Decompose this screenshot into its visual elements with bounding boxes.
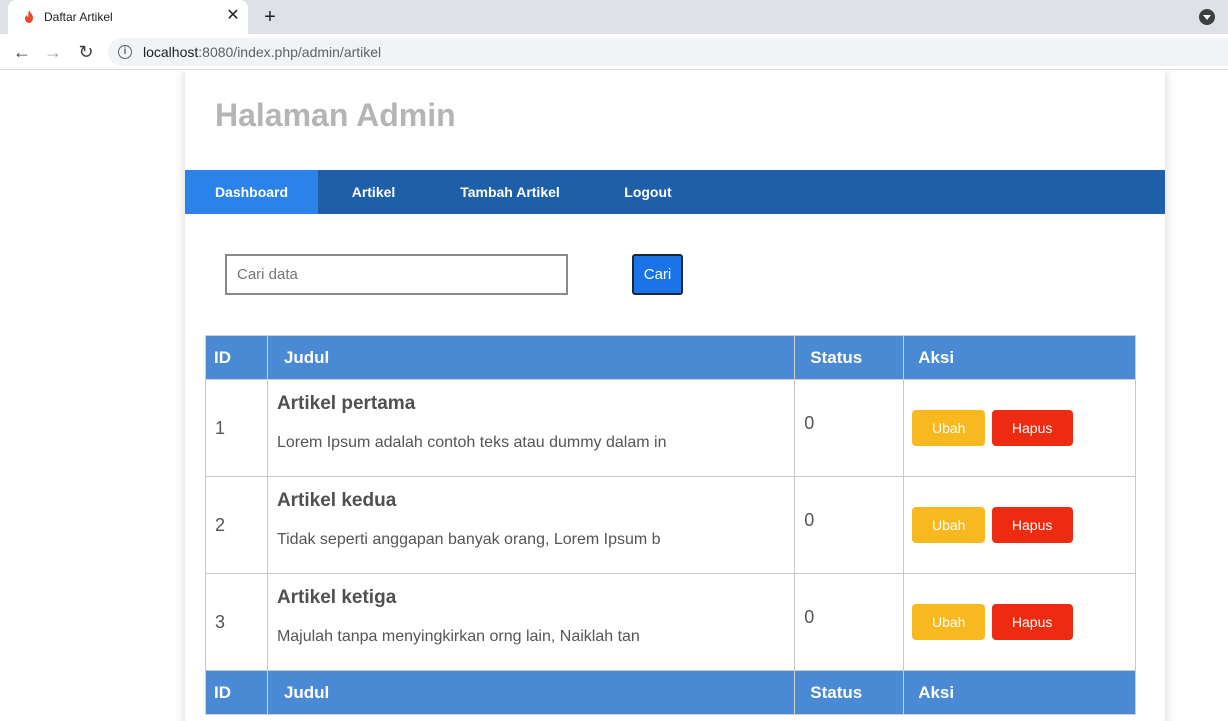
edit-button[interactable]: Ubah: [912, 507, 986, 543]
info-icon[interactable]: i: [118, 45, 132, 59]
flame-icon: [25, 10, 33, 23]
row-status: 0: [794, 379, 905, 477]
col-footer-id: ID: [205, 670, 268, 715]
admin-container: Halaman Admin Dashboard Artikel Tambah A…: [185, 71, 1165, 721]
nav-dashboard[interactable]: Dashboard: [185, 170, 318, 214]
tab-title: Daftar Artikel: [44, 10, 113, 24]
table-header-row: ID Judul Status Aksi: [205, 335, 1136, 380]
article-title: Artikel kedua: [276, 489, 397, 511]
col-header-judul: Judul: [266, 335, 796, 380]
row-actions: Ubah Hapus: [903, 379, 1136, 477]
row-judul: Artikel ketiga Majulah tanpa menyingkirk…: [266, 573, 796, 671]
delete-button[interactable]: Hapus: [991, 507, 1073, 543]
browser-tabbar: Daftar Artikel ✕ +: [0, 0, 1228, 34]
table-row: 2 Artikel kedua Tidak seperti anggapan b…: [205, 476, 1136, 574]
col-footer-status: Status: [794, 670, 905, 715]
reload-icon[interactable]: ↻: [74, 40, 98, 64]
nav-artikel[interactable]: Artikel: [318, 170, 429, 214]
row-id: 1: [205, 379, 268, 477]
address-bar[interactable]: i localhost:8080/index.php/admin/artikel: [108, 38, 1228, 66]
status-value: 0: [804, 606, 815, 627]
col-footer-aksi: Aksi: [903, 670, 1136, 715]
status-value: 0: [804, 412, 815, 433]
row-id: 2: [205, 476, 268, 574]
admin-navbar: Dashboard Artikel Tambah Artikel Logout: [185, 170, 1165, 214]
table-row: 3 Artikel ketiga Majulah tanpa menyingki…: [205, 573, 1136, 671]
row-actions: Ubah Hapus: [903, 476, 1136, 574]
row-judul: Artikel kedua Tidak seperti anggapan ban…: [266, 476, 796, 574]
url-host: localhost: [143, 44, 199, 60]
status-value: 0: [804, 509, 815, 530]
search-input[interactable]: [225, 254, 568, 295]
back-arrow-icon[interactable]: ←: [10, 40, 34, 64]
article-excerpt: Lorem Ipsum adalah contoh teks atau dumm…: [276, 433, 667, 451]
url-path: :8080/index.php/admin/artikel: [198, 44, 382, 60]
article-title: Artikel ketiga: [276, 586, 397, 608]
close-tab-icon[interactable]: ✕: [224, 6, 242, 26]
article-title: Artikel pertama: [276, 392, 416, 414]
page-viewport: Halaman Admin Dashboard Artikel Tambah A…: [0, 71, 1228, 721]
search-button[interactable]: Cari: [632, 254, 683, 295]
col-footer-judul: Judul: [266, 670, 796, 715]
nav-logout[interactable]: Logout: [591, 170, 705, 214]
delete-button[interactable]: Hapus: [991, 410, 1073, 446]
browser-toolbar: ← → ↻ i localhost:8080/index.php/admin/a…: [0, 34, 1228, 70]
url-text[interactable]: localhost:8080/index.php/admin/artikel: [143, 44, 381, 60]
new-tab-icon[interactable]: +: [258, 5, 282, 29]
edit-button[interactable]: Ubah: [912, 410, 986, 446]
row-status: 0: [794, 573, 905, 671]
col-header-status: Status: [794, 335, 905, 380]
article-excerpt: Majulah tanpa menyingkirkan orng lain, N…: [276, 627, 640, 645]
row-id: 3: [205, 573, 268, 671]
forward-arrow-icon[interactable]: →: [41, 40, 65, 64]
tab-search-icon[interactable]: [1199, 9, 1215, 25]
row-judul: Artikel pertama Lorem Ipsum adalah conto…: [266, 379, 796, 477]
browser-tab[interactable]: Daftar Artikel ✕: [8, 0, 248, 34]
page-title: Halaman Admin: [215, 97, 456, 133]
delete-button[interactable]: Hapus: [991, 604, 1073, 640]
col-header-aksi: Aksi: [903, 335, 1136, 380]
row-status: 0: [794, 476, 905, 574]
row-actions: Ubah Hapus: [903, 573, 1136, 671]
article-excerpt: Tidak seperti anggapan banyak orang, Lor…: [276, 530, 661, 548]
table-footer-row: ID Judul Status Aksi: [205, 670, 1136, 715]
edit-button[interactable]: Ubah: [912, 604, 986, 640]
table-row: 1 Artikel pertama Lorem Ipsum adalah con…: [205, 379, 1136, 477]
col-header-id: ID: [205, 335, 268, 380]
articles-table: ID Judul Status Aksi 1 Artikel pertama L…: [205, 335, 1136, 715]
nav-tambah-artikel[interactable]: Tambah Artikel: [429, 170, 591, 214]
